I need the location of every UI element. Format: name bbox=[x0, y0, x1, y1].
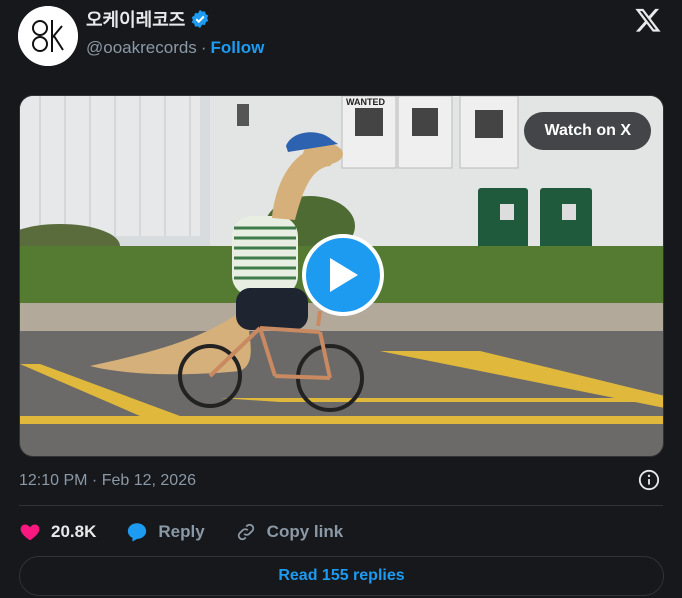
action-bar: 20.8K Reply Copy link bbox=[19, 518, 373, 546]
display-name[interactable]: 오케이레코즈 bbox=[86, 6, 185, 32]
poster-text: WANTED bbox=[346, 97, 385, 107]
reply-button[interactable]: Reply bbox=[126, 521, 205, 543]
copy-link-label: Copy link bbox=[266, 522, 344, 541]
x-logo-icon[interactable] bbox=[634, 6, 662, 34]
like-button[interactable]: 20.8K bbox=[19, 521, 96, 543]
play-icon bbox=[330, 258, 358, 292]
play-button[interactable] bbox=[302, 234, 384, 316]
oak-logo-icon bbox=[18, 6, 78, 66]
watch-on-x-button[interactable]: Watch on X bbox=[524, 112, 651, 150]
read-replies-button[interactable]: Read 155 replies bbox=[19, 556, 664, 596]
like-count: 20.8K bbox=[51, 522, 97, 541]
reply-bubble-icon bbox=[128, 523, 147, 542]
separator: · bbox=[200, 38, 207, 57]
verified-badge-icon bbox=[192, 9, 209, 29]
post-timestamp[interactable]: 12:10 PM · Feb 12, 2026 bbox=[19, 472, 196, 490]
reply-label: Reply bbox=[158, 522, 205, 541]
info-icon[interactable] bbox=[638, 469, 660, 491]
handle[interactable]: @ooakrecords bbox=[86, 38, 197, 58]
video-player[interactable]: WANTED Watch on X bbox=[19, 95, 664, 457]
divider bbox=[19, 505, 663, 506]
heart-icon bbox=[20, 524, 40, 541]
copy-link-button[interactable]: Copy link bbox=[235, 521, 344, 543]
follow-button[interactable]: Follow bbox=[210, 38, 264, 58]
avatar[interactable] bbox=[18, 6, 78, 66]
handle-row: @ooakrecords · Follow bbox=[86, 38, 264, 58]
display-name-row: 오케이레코즈 bbox=[86, 6, 210, 32]
link-icon bbox=[237, 523, 254, 541]
post-card: 오케이레코즈 @ooakrecords · Follow WANTED Watc… bbox=[0, 0, 682, 598]
